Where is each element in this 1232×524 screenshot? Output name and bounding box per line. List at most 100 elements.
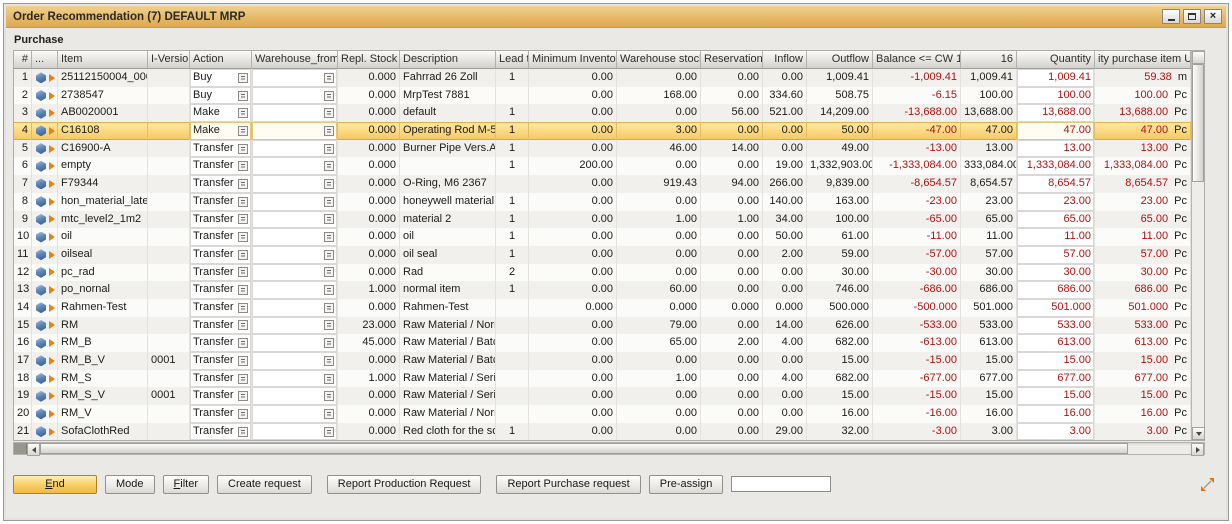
warehouse-from-cell[interactable] — [252, 175, 338, 193]
row-number-cell[interactable]: 20 — [14, 405, 32, 423]
table-row[interactable]: 6 empty Transfer 0.000 1 200.00 0.00 0.0… — [14, 157, 1191, 175]
action-cell[interactable]: Transfer — [190, 352, 252, 370]
action-cell[interactable]: Buy — [190, 87, 252, 105]
col-header-repl-stock[interactable]: Repl. Stock — [338, 51, 400, 69]
filter-button[interactable]: Filter — [163, 475, 209, 494]
item-code-cell[interactable]: C16900-A — [58, 140, 148, 158]
row-icons-cell[interactable] — [32, 405, 58, 423]
table-row[interactable]: 3 AB0020001 Make 0.000 default 1 0.00 0.… — [14, 104, 1191, 122]
quantity-cell[interactable]: 1,009.41 — [1017, 69, 1095, 87]
quantity-cell[interactable]: 686.00 — [1017, 281, 1095, 299]
col-header-description[interactable]: Description — [400, 51, 496, 69]
col-header-rownum[interactable]: # — [14, 51, 32, 69]
row-number-cell[interactable]: 5 — [14, 140, 32, 158]
row-icons-cell[interactable] — [32, 281, 58, 299]
link-arrow-icon[interactable] — [49, 215, 55, 223]
quantity-cell[interactable]: 30.00 — [1017, 264, 1095, 282]
link-arrow-icon[interactable] — [49, 321, 55, 329]
link-arrow-icon[interactable] — [49, 127, 55, 135]
item-code-cell[interactable]: RM_S — [58, 370, 148, 388]
table-row[interactable]: 8 hon_material_late Transfer 0.000 honey… — [14, 193, 1191, 211]
item-code-cell[interactable]: Rahmen-Test — [58, 299, 148, 317]
scroll-right-button[interactable] — [1191, 443, 1204, 456]
item-code-cell[interactable]: po_nornal — [58, 281, 148, 299]
warehouse-from-cell[interactable] — [252, 387, 338, 405]
row-icons-cell[interactable] — [32, 352, 58, 370]
col-header-icons[interactable]: ... — [32, 51, 58, 69]
link-arrow-icon[interactable] — [49, 198, 55, 206]
quantity-cell[interactable]: 15.00 — [1017, 352, 1095, 370]
row-number-cell[interactable]: 16 — [14, 334, 32, 352]
row-number-cell[interactable]: 21 — [14, 423, 32, 441]
link-arrow-icon[interactable] — [49, 251, 55, 259]
choose-from-list-icon[interactable] — [324, 267, 334, 277]
action-cell[interactable]: Transfer — [190, 157, 252, 175]
action-cell[interactable]: Transfer — [190, 405, 252, 423]
row-number-cell[interactable]: 1 — [14, 69, 32, 87]
resize-grip-icon[interactable] — [1200, 477, 1215, 492]
horizontal-scroll-thumb[interactable] — [40, 443, 1128, 454]
action-cell[interactable]: Transfer — [190, 264, 252, 282]
row-number-cell[interactable]: 15 — [14, 317, 32, 335]
warehouse-from-cell[interactable] — [252, 423, 338, 441]
choose-from-list-icon[interactable] — [238, 108, 248, 118]
col-header-quantity-purchase-uom[interactable]: ity purchase item U — [1095, 51, 1191, 69]
item-code-cell[interactable]: pc_rad — [58, 264, 148, 282]
choose-from-list-icon[interactable] — [238, 391, 248, 401]
table-row[interactable]: 15 RM Transfer 23.000 Raw Material / Nor… — [14, 317, 1191, 335]
col-header-item[interactable]: Item — [58, 51, 148, 69]
report-purchase-request-button[interactable]: Report Purchase request — [496, 475, 640, 494]
action-cell[interactable]: Transfer — [190, 211, 252, 229]
warehouse-from-cell[interactable] — [252, 193, 338, 211]
warehouse-from-cell[interactable] — [252, 211, 338, 229]
quantity-cell[interactable]: 57.00 — [1017, 246, 1095, 264]
choose-from-list-icon[interactable] — [324, 161, 334, 171]
choose-from-list-icon[interactable] — [238, 91, 248, 101]
action-cell[interactable]: Make — [190, 122, 252, 140]
warehouse-from-cell[interactable] — [252, 246, 338, 264]
table-row[interactable]: 16 RM_B Transfer 45.000 Raw Material / B… — [14, 334, 1191, 352]
table-row[interactable]: 10 oil Transfer 0.000 oil 1 0.00 0.00 0.… — [14, 228, 1191, 246]
create-request-button[interactable]: Create request — [217, 475, 312, 494]
choose-from-list-icon[interactable] — [324, 214, 334, 224]
item-code-cell[interactable]: C16108 — [58, 122, 148, 140]
row-number-cell[interactable]: 6 — [14, 157, 32, 175]
row-icons-cell[interactable] — [32, 69, 58, 87]
item-code-cell[interactable]: mtc_level2_1m2 — [58, 211, 148, 229]
row-icons-cell[interactable] — [32, 228, 58, 246]
link-arrow-icon[interactable] — [49, 145, 55, 153]
item-code-cell[interactable]: AB0020001 — [58, 104, 148, 122]
link-arrow-icon[interactable] — [49, 392, 55, 400]
row-number-cell[interactable]: 8 — [14, 193, 32, 211]
quantity-cell[interactable]: 47.00 — [1017, 122, 1095, 140]
row-number-cell[interactable]: 4 — [14, 122, 32, 140]
choose-from-list-icon[interactable] — [238, 374, 248, 384]
col-header-warehouse-from[interactable]: Warehouse_from — [252, 51, 338, 69]
row-icons-cell[interactable] — [32, 87, 58, 105]
link-arrow-icon[interactable] — [49, 375, 55, 383]
report-production-request-button[interactable]: Report Production Request — [327, 475, 482, 494]
action-cell[interactable]: Transfer — [190, 140, 252, 158]
item-code-cell[interactable]: RM — [58, 317, 148, 335]
choose-from-list-icon[interactable] — [238, 232, 248, 242]
row-icons-cell[interactable] — [32, 140, 58, 158]
horizontal-scroll-track[interactable] — [40, 443, 1191, 454]
scroll-down-button[interactable] — [1192, 427, 1205, 440]
vertical-scrollbar[interactable] — [1191, 51, 1204, 440]
end-button[interactable]: End — [13, 475, 97, 494]
row-number-cell[interactable]: 12 — [14, 264, 32, 282]
choose-from-list-icon[interactable] — [324, 338, 334, 348]
warehouse-from-cell[interactable] — [252, 228, 338, 246]
link-arrow-icon[interactable] — [49, 233, 55, 241]
choose-from-list-icon[interactable] — [324, 144, 334, 154]
choose-from-list-icon[interactable] — [238, 303, 248, 313]
table-row[interactable]: 11 oilseal Transfer 0.000 oil seal 1 0.0… — [14, 246, 1191, 264]
quantity-cell[interactable]: 3.00 — [1017, 423, 1095, 441]
row-number-cell[interactable]: 2 — [14, 87, 32, 105]
row-number-cell[interactable]: 14 — [14, 299, 32, 317]
table-row[interactable]: 4 C16108 Make 0.000 Operating Rod M-5215… — [14, 122, 1191, 140]
choose-from-list-icon[interactable] — [324, 409, 334, 419]
row-icons-cell[interactable] — [32, 157, 58, 175]
item-code-cell[interactable]: 2738547 — [58, 87, 148, 105]
action-cell[interactable]: Transfer — [190, 334, 252, 352]
